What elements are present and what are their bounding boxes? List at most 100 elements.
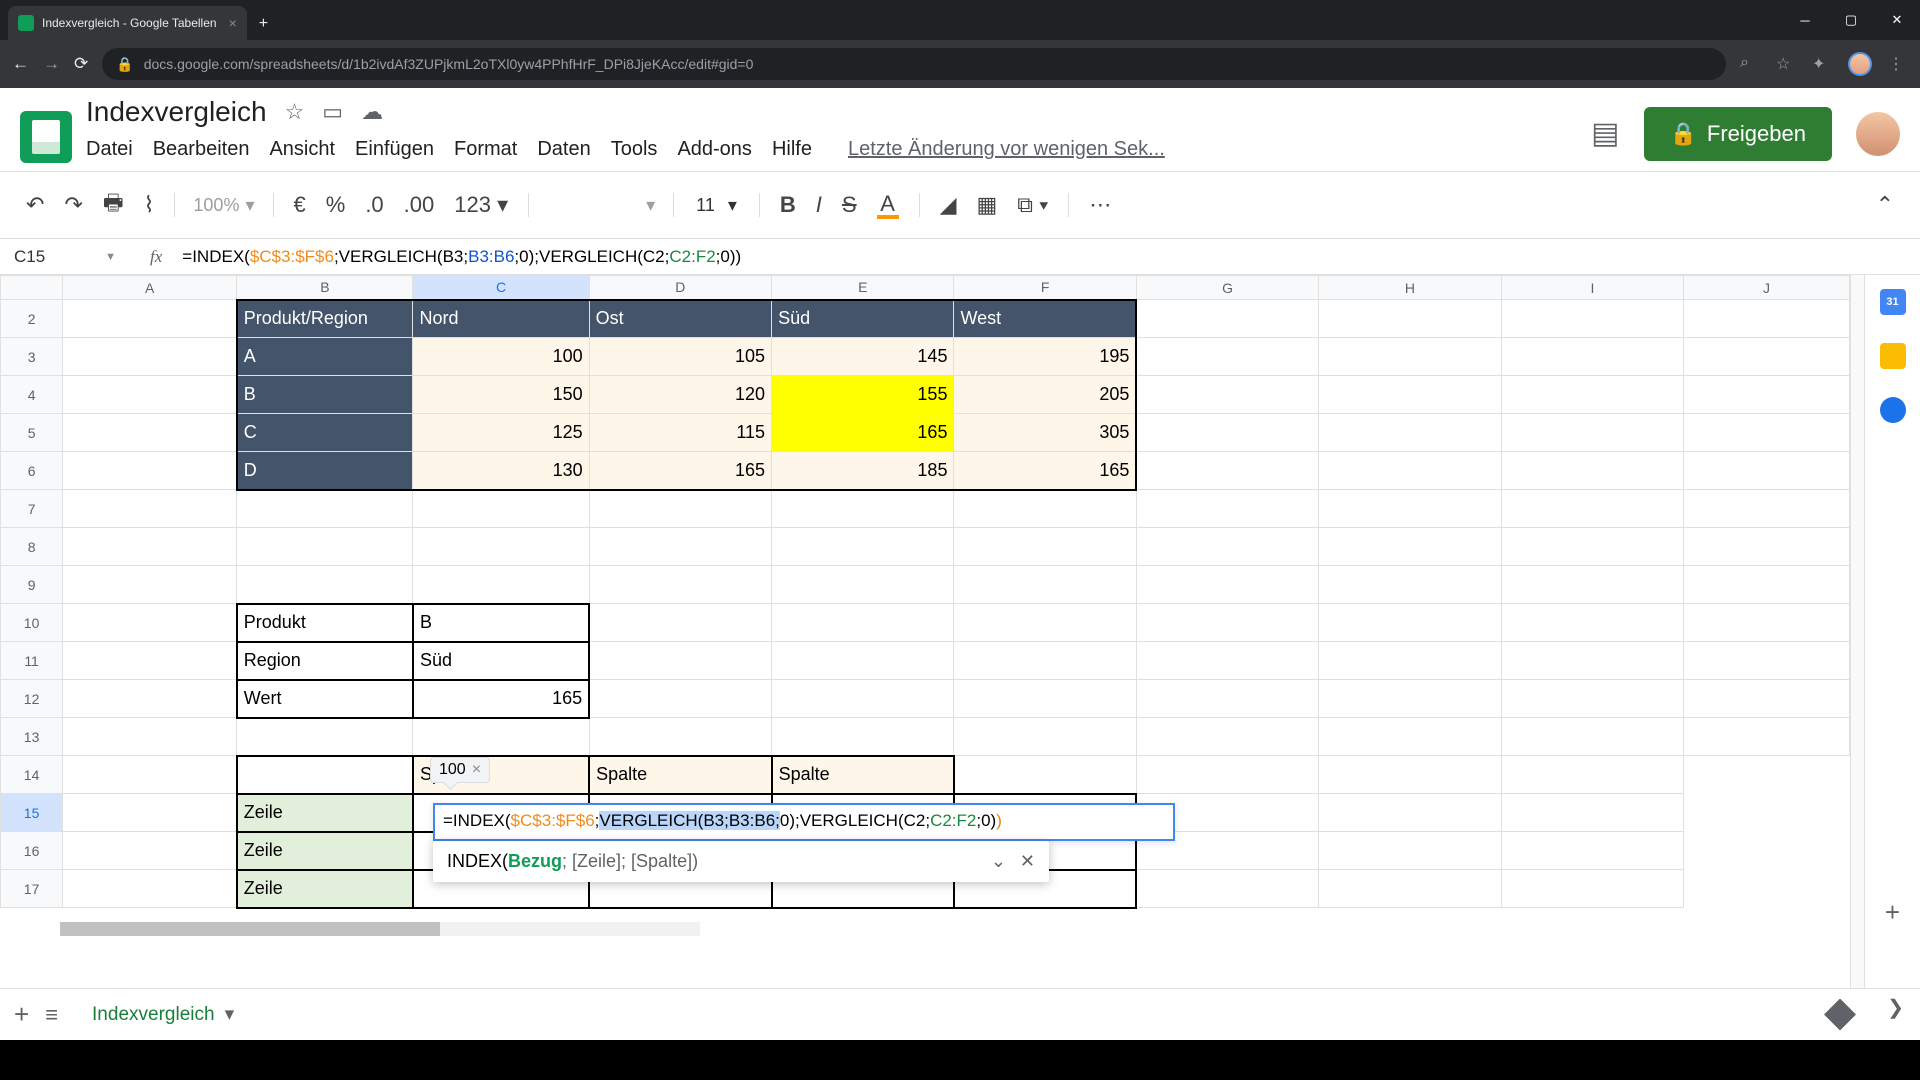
row-header[interactable]: 14	[1, 756, 63, 794]
chrome-menu-icon[interactable]: ⋮	[1888, 54, 1908, 74]
sheets-logo-icon[interactable]	[20, 111, 72, 163]
zoom-search-icon[interactable]: ⌕	[1740, 54, 1760, 74]
last-edit-link[interactable]: Letzte Änderung vor wenigen Sek...	[848, 138, 1165, 161]
doc-title[interactable]: Indexvergleich	[86, 96, 267, 128]
zoom-dropdown[interactable]: 100% ▾	[187, 195, 260, 216]
horizontal-scrollbar[interactable]	[60, 922, 700, 936]
undo-icon[interactable]: ↶	[18, 186, 52, 224]
currency-icon[interactable]: €	[286, 186, 314, 224]
col-header-c[interactable]: C	[413, 276, 589, 300]
row-header[interactable]: 10	[1, 604, 63, 642]
cloud-status-icon[interactable]: ☁	[361, 99, 383, 125]
col-header-h[interactable]: H	[1319, 276, 1501, 300]
menu-bearbeiten[interactable]: Bearbeiten	[153, 138, 250, 161]
chevron-down-icon[interactable]: ⌄	[991, 851, 1006, 872]
calendar-icon[interactable]	[1880, 289, 1906, 315]
strike-icon[interactable]: S	[834, 186, 865, 224]
url-field[interactable]: 🔒 docs.google.com/spreadsheets/d/1b2ivdA…	[102, 48, 1726, 80]
more-formats[interactable]: 123 ▾	[446, 186, 516, 224]
menu-daten[interactable]: Daten	[537, 138, 590, 161]
close-icon[interactable]: ✕	[1020, 851, 1035, 872]
nav-back-icon[interactable]: ←	[12, 54, 29, 74]
row-header[interactable]: 3	[1, 338, 63, 376]
col-header-i[interactable]: I	[1501, 276, 1683, 300]
cell-editor[interactable]: =INDEX($C$3:$F$6;VERGLEICH(B3;B3:B6;0);V…	[433, 803, 1175, 841]
row-header[interactable]: 5	[1, 414, 63, 452]
paint-format-icon[interactable]: ⌇	[136, 186, 163, 224]
select-all-corner[interactable]	[1, 276, 63, 300]
browser-tab[interactable]: Indexvergleich - Google Tabellen ×	[8, 6, 247, 40]
menu-datei[interactable]: Datei	[86, 138, 133, 161]
text-color-icon[interactable]: A	[869, 185, 907, 225]
col-header-d[interactable]: D	[589, 276, 771, 300]
print-icon[interactable]: 🖶	[95, 180, 132, 230]
col-header-e[interactable]: E	[772, 276, 954, 300]
bold-icon[interactable]: B	[772, 186, 804, 224]
comments-icon[interactable]: ▤	[1591, 116, 1619, 151]
star-icon[interactable]: ☆	[285, 99, 305, 125]
account-avatar[interactable]	[1856, 112, 1900, 156]
col-header-g[interactable]: G	[1136, 276, 1318, 300]
row-header[interactable]: 9	[1, 566, 63, 604]
add-sheet-icon[interactable]: +	[14, 999, 29, 1030]
window-minimize[interactable]: ─	[1782, 0, 1828, 40]
col-header-b[interactable]: B	[237, 276, 413, 300]
row-header[interactable]: 17	[1, 870, 63, 908]
all-sheets-icon[interactable]: ≡	[45, 1002, 58, 1028]
percent-icon[interactable]: %	[318, 186, 354, 224]
extensions-icon[interactable]: ✦	[1812, 54, 1832, 74]
row-header[interactable]: 4	[1, 376, 63, 414]
row-header[interactable]: 15	[1, 794, 63, 832]
menu-ansicht[interactable]: Ansicht	[269, 138, 335, 161]
row-header[interactable]: 13	[1, 718, 63, 756]
bookmark-star-icon[interactable]: ☆	[1776, 54, 1796, 74]
menu-tools[interactable]: Tools	[611, 138, 658, 161]
col-header-j[interactable]: J	[1684, 276, 1850, 300]
font-family-dropdown[interactable]: ▾	[541, 195, 661, 216]
decrease-decimal-icon[interactable]: .0	[357, 186, 391, 224]
vertical-scrollbar[interactable]	[1850, 275, 1864, 988]
formula-input[interactable]: =INDEX($C$3:$F$6;VERGLEICH(B3;B3:B6;0);V…	[182, 247, 1920, 267]
add-addon-icon[interactable]: +	[1885, 897, 1900, 928]
italic-icon[interactable]: I	[808, 186, 830, 224]
keep-icon[interactable]	[1880, 343, 1906, 369]
close-icon[interactable]: ×	[472, 761, 481, 779]
tasks-icon[interactable]	[1880, 397, 1906, 423]
row-header[interactable]: 6	[1, 452, 63, 490]
row-header[interactable]: 8	[1, 528, 63, 566]
redo-icon[interactable]: ↷	[56, 186, 90, 224]
menu-hilfe[interactable]: Hilfe	[772, 138, 812, 161]
move-icon[interactable]: ▭	[322, 99, 343, 125]
new-tab-button[interactable]: +	[259, 15, 268, 33]
nav-reload-icon[interactable]: ⟳	[74, 54, 88, 74]
explore-icon[interactable]	[1824, 999, 1856, 1031]
fill-color-icon[interactable]: ◢	[932, 186, 965, 224]
window-maximize[interactable]: ▢	[1828, 0, 1874, 40]
name-box[interactable]: C15▼	[0, 247, 130, 267]
borders-icon[interactable]: ▦	[969, 186, 1006, 224]
menu-addons[interactable]: Add-ons	[677, 138, 752, 161]
row-header[interactable]: 12	[1, 680, 63, 718]
increase-decimal-icon[interactable]: .00	[396, 186, 443, 224]
spreadsheet-grid[interactable]: A B C D E F G H I J 2 Produkt/Region Nor…	[0, 275, 1850, 988]
col-header-a[interactable]: A	[63, 276, 237, 300]
collapse-toolbar-icon[interactable]: ⌃	[1868, 186, 1902, 224]
merge-icon[interactable]: ⧉ ▾	[1009, 186, 1056, 224]
window-close[interactable]: ✕	[1874, 0, 1920, 40]
font-size-dropdown[interactable]: 11 ▾	[686, 195, 747, 216]
profile-avatar-small[interactable]	[1848, 52, 1872, 76]
row-header[interactable]: 11	[1, 642, 63, 680]
row-header[interactable]: 2	[1, 300, 63, 338]
sheet-tab[interactable]: Indexvergleich▾	[74, 993, 252, 1036]
chevron-right-icon[interactable]: ❯	[1887, 995, 1904, 1020]
nav-forward-icon[interactable]: →	[43, 54, 60, 74]
menu-einfuegen[interactable]: Einfügen	[355, 138, 434, 161]
row-header[interactable]: 7	[1, 490, 63, 528]
tab-close-icon[interactable]: ×	[229, 15, 237, 31]
share-button[interactable]: 🔒 Freigeben	[1644, 107, 1832, 161]
more-icon[interactable]: ⋯	[1081, 186, 1119, 224]
col-header-f[interactable]: F	[954, 276, 1136, 300]
row-header[interactable]: 16	[1, 832, 63, 870]
chevron-down-icon[interactable]: ▾	[225, 1003, 235, 1026]
menu-format[interactable]: Format	[454, 138, 517, 161]
